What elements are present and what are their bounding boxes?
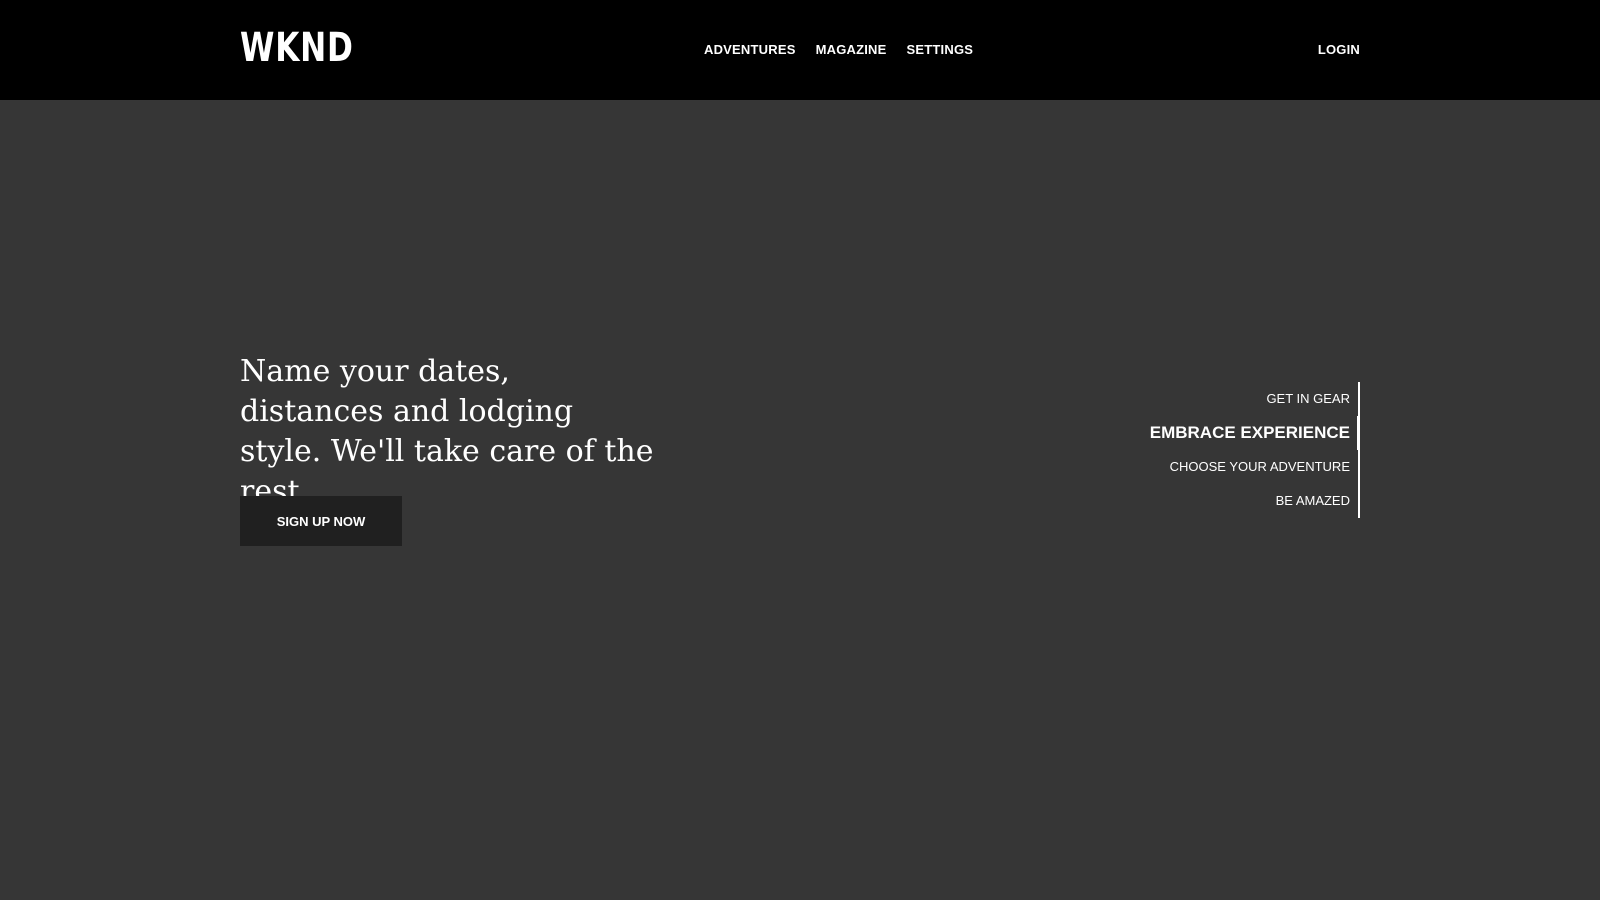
wknd-logo[interactable]: WKND — [240, 26, 354, 70]
login-link[interactable]: LOGIN — [1318, 40, 1360, 60]
step-embrace-experience[interactable]: EMBRACE EXPERIENCE — [1100, 416, 1360, 450]
main-nav: ADVENTURES MAGAZINE SETTINGS — [704, 40, 973, 60]
nav-item-settings[interactable]: SETTINGS — [907, 40, 974, 60]
carousel-steps: GET IN GEAR EMBRACE EXPERIENCE CHOOSE YO… — [1100, 382, 1360, 518]
step-be-amazed[interactable]: BE AMAZED — [1100, 484, 1360, 518]
nav-item-adventures[interactable]: ADVENTURES — [704, 40, 796, 60]
site-header: WKND ADVENTURES MAGAZINE SETTINGS LOGIN — [0, 0, 1600, 100]
hero-heading: Name your dates, distances and lodging s… — [240, 354, 654, 509]
nav-item-magazine[interactable]: MAGAZINE — [816, 40, 887, 60]
step-get-in-gear[interactable]: GET IN GEAR — [1100, 382, 1360, 416]
sign-up-button[interactable]: SIGN UP NOW — [240, 496, 402, 546]
step-choose-your-adventure[interactable]: CHOOSE YOUR ADVENTURE — [1100, 450, 1360, 484]
